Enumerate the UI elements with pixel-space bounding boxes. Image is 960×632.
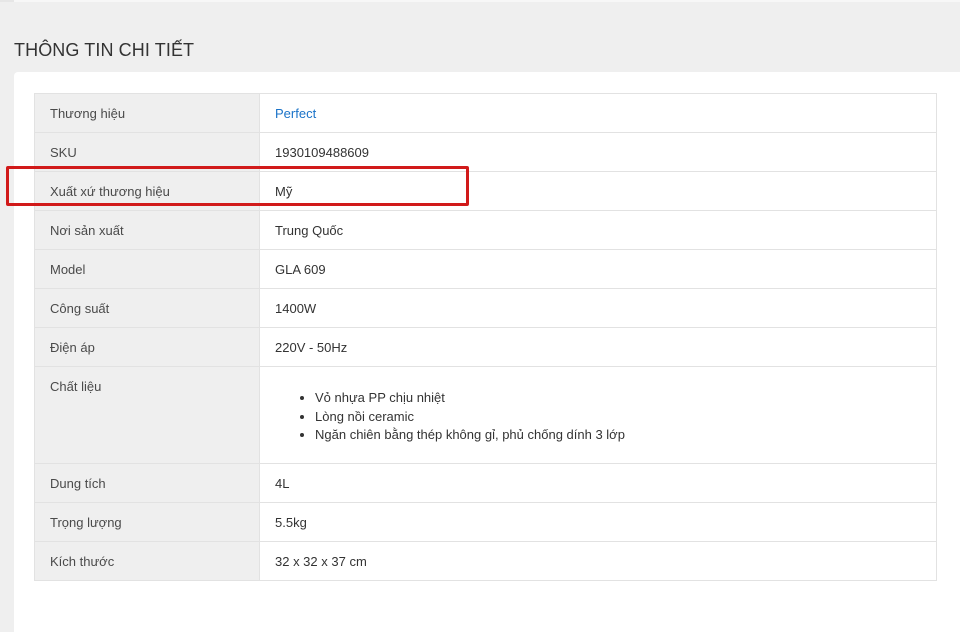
spec-label-voltage: Điện áp — [34, 327, 260, 367]
list-item: Vỏ nhựa PP chịu nhiệt — [315, 389, 921, 408]
table-row: SKU 1930109488609 — [34, 132, 937, 172]
table-row: Thương hiệu Perfect — [34, 93, 937, 133]
spec-label-power: Công suất — [34, 288, 260, 328]
spec-value-power: 1400W — [259, 288, 937, 328]
table-row: Nơi sản xuất Trung Quốc — [34, 210, 937, 250]
list-item: Lòng nồi ceramic — [315, 408, 921, 427]
table-row: Dung tích 4L — [34, 463, 937, 503]
table-row: Điện áp 220V - 50Hz — [34, 327, 937, 367]
spec-value-brand: Perfect — [259, 93, 937, 133]
material-list: Vỏ nhựa PP chịu nhiệt Lòng nồi ceramic N… — [275, 389, 921, 445]
brand-link[interactable]: Perfect — [275, 106, 316, 121]
spec-label-brand: Thương hiệu — [34, 93, 260, 133]
table-row: Model GLA 609 — [34, 249, 937, 289]
spec-label-manufacture-place: Nơi sản xuất — [34, 210, 260, 250]
spec-label-capacity: Dung tích — [34, 463, 260, 503]
spec-value-material: Vỏ nhựa PP chịu nhiệt Lòng nồi ceramic N… — [259, 366, 937, 464]
spec-label-dimensions: Kích thước — [34, 541, 260, 581]
spec-value-voltage: 220V - 50Hz — [259, 327, 937, 367]
spec-label-weight: Trọng lượng — [34, 502, 260, 542]
table-row: Công suất 1400W — [34, 288, 937, 328]
spec-label-material: Chất liệu — [34, 366, 260, 464]
spec-value-capacity: 4L — [259, 463, 937, 503]
table-row: Xuất xứ thương hiệu Mỹ — [34, 171, 937, 211]
spec-label-model: Model — [34, 249, 260, 289]
spec-value-manufacture-place: Trung Quốc — [259, 210, 937, 250]
spec-value-weight: 5.5kg — [259, 502, 937, 542]
spec-value-model: GLA 609 — [259, 249, 937, 289]
spec-value-brand-origin: Mỹ — [259, 171, 937, 211]
table-row: Trọng lượng 5.5kg — [34, 502, 937, 542]
table-row: Kích thước 32 x 32 x 37 cm — [34, 541, 937, 581]
specs-table: Thương hiệu Perfect SKU 1930109488609 Xu… — [34, 93, 937, 581]
spec-label-brand-origin: Xuất xứ thương hiệu — [34, 171, 260, 211]
spec-value-sku: 1930109488609 — [259, 132, 937, 172]
list-item: Ngăn chiên bằng thép không gỉ, phủ chống… — [315, 426, 921, 445]
table-row: Chất liệu Vỏ nhựa PP chịu nhiệt Lòng nồi… — [34, 366, 937, 464]
previous-section-edge — [14, 0, 960, 2]
spec-value-dimensions: 32 x 32 x 37 cm — [259, 541, 937, 581]
spec-label-sku: SKU — [34, 132, 260, 172]
section-title: THÔNG TIN CHI TIẾT — [14, 40, 195, 60]
